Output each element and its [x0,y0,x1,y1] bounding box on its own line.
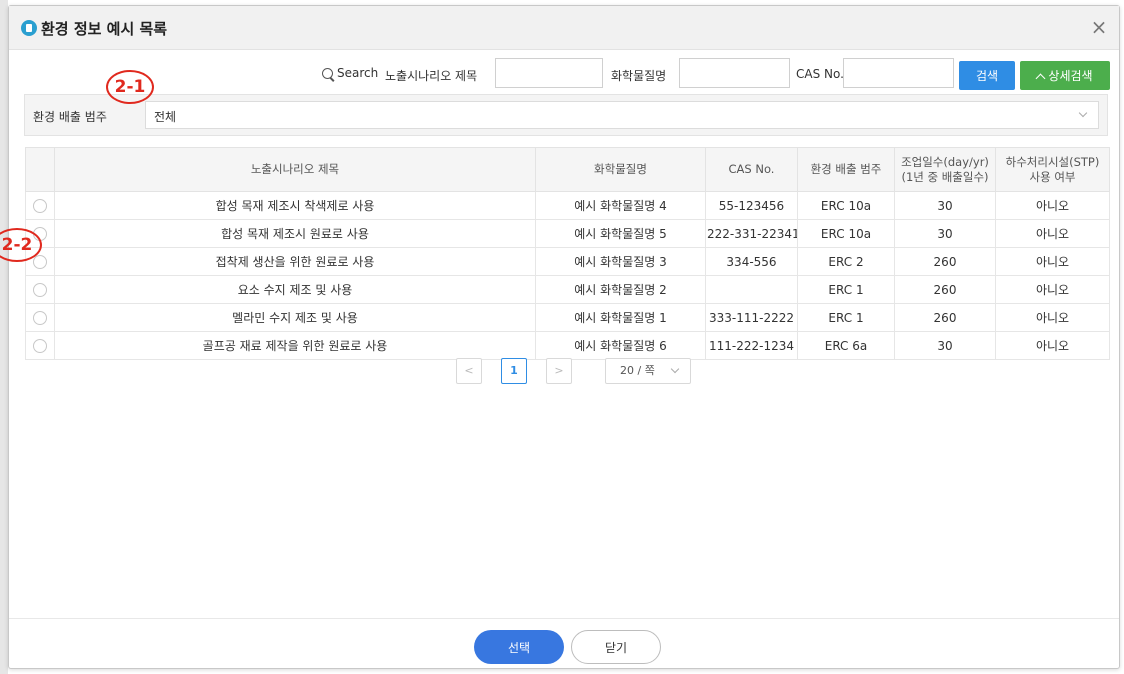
cell-erc: ERC 2 [797,247,895,276]
background-strip [0,0,8,674]
header-days[interactable]: 조업일수(day/yr) (1년 중 배출일수) [894,147,996,192]
header-cas[interactable]: CAS No. [705,147,798,192]
cas-no-label: CAS No. [796,67,844,81]
page-size-value: 20 / 쪽 [620,364,655,377]
advanced-search-label: 상세검색 [1048,69,1093,83]
cell-stp: 아니오 [995,247,1110,276]
cell-scenario: 합성 목재 제조시 착색제로 사용 [54,191,536,220]
cell-erc: ERC 6a [797,331,895,360]
cell-scenario: 접착제 생산을 위한 원료로 사용 [54,247,536,276]
cell-stp: 아니오 [995,275,1110,304]
table-row[interactable]: 골프공 재료 제작을 위한 원료로 사용 예시 화학물질명 6 111-222-… [25,331,1110,360]
cell-stp: 아니오 [995,303,1110,332]
cell-scenario: 요소 수지 제조 및 사용 [54,275,536,304]
release-category-label: 환경 배출 범주 [33,110,107,124]
scenario-title-label: 노출시나리오 제목 [385,69,478,83]
cell-chemical: 예시 화학물질명 6 [535,331,706,360]
header-days-line2: (1년 중 배출일수) [901,169,989,184]
search-icon [322,68,333,79]
chevron-down-icon [670,364,680,374]
cell-stp: 아니오 [995,219,1110,248]
cell-days: 260 [894,303,996,332]
release-category-value: 전체 [154,110,177,124]
cell-cas: 334-556 [705,247,798,276]
table-row[interactable]: 멜라민 수지 제조 및 사용 예시 화학물질명 1 333-111-2222 E… [25,303,1110,332]
page-1-button[interactable]: 1 [501,358,527,384]
cell-erc: ERC 10a [797,219,895,248]
table-row[interactable]: 접착제 생산을 위한 원료로 사용 예시 화학물질명 3 334-556 ERC… [25,247,1110,276]
cell-chemical: 예시 화학물질명 5 [535,219,706,248]
cell-cas: 111-222-1234 [705,331,798,360]
table-row[interactable]: 요소 수지 제조 및 사용 예시 화학물질명 2 ERC 1 260 아니오 [25,275,1110,304]
cell-cas: 333-111-2222 [705,303,798,332]
cell-days: 260 [894,275,996,304]
cell-stp: 아니오 [995,191,1110,220]
header-chemical[interactable]: 화학물질명 [535,147,706,192]
cell-cas: 222-331-22341 [705,219,798,248]
cell-days: 30 [894,331,996,360]
row-radio-cell [25,303,55,332]
filter-row: 환경 배출 범주 전체 [24,94,1108,136]
row-radio-cell [25,191,55,220]
chemical-name-label: 화학물질명 [611,69,667,83]
next-page-button[interactable]: > [546,358,572,384]
header-select [25,147,55,192]
advanced-search-button[interactable]: 상세검색 [1020,61,1110,90]
cell-erc: ERC 10a [797,191,895,220]
cell-days: 30 [894,191,996,220]
search-bar: Search 노출시나리오 제목 화학물질명 CAS No. 검색 상세검색 [9,58,1119,90]
cell-days: 30 [894,219,996,248]
header-stp-line2: 사용 여부 [1029,169,1076,184]
scenario-title-input[interactable] [495,58,603,88]
select-button[interactable]: 선택 [474,630,564,664]
row-radio[interactable] [33,338,47,353]
header-erc[interactable]: 환경 배출 범주 [797,147,895,192]
cell-scenario: 골프공 재료 제작을 위한 원료로 사용 [54,331,536,360]
prev-page-button[interactable]: < [456,358,482,384]
row-radio[interactable] [33,310,47,325]
cell-cas [705,275,798,304]
cell-chemical: 예시 화학물질명 2 [535,275,706,304]
cell-days: 260 [894,247,996,276]
search-label: Search [337,66,379,80]
header-stp-line1: 하수처리시설(STP) [1005,154,1100,169]
header-days-line1: 조업일수(day/yr) [901,154,989,169]
scenario-table: 노출시나리오 제목 화학물질명 CAS No. 환경 배출 범주 조업일수(da… [25,147,1110,360]
table-header-row: 노출시나리오 제목 화학물질명 CAS No. 환경 배출 범주 조업일수(da… [25,147,1110,192]
cell-scenario: 합성 목재 제조시 원료로 사용 [54,219,536,248]
chevron-up-icon [1035,73,1046,84]
row-radio[interactable] [33,282,47,297]
cell-cas: 55-123456 [705,191,798,220]
table-row[interactable]: 합성 목재 제조시 착색제로 사용 예시 화학물질명 4 55-123456 E… [25,191,1110,220]
cell-erc: ERC 1 [797,275,895,304]
cas-no-input[interactable] [843,58,954,88]
environment-info-modal: 환경 정보 예시 목록 × Search 노출시나리오 제목 화학물질명 CAS… [8,5,1120,669]
release-category-select[interactable]: 전체 [145,101,1099,129]
document-icon [21,20,37,36]
cell-stp: 아니오 [995,331,1110,360]
table-row[interactable]: 합성 목재 제조시 원료로 사용 예시 화학물질명 5 222-331-2234… [25,219,1110,248]
annotation-2-1: 2-1 [106,70,154,104]
modal-header: 환경 정보 예시 목록 × [9,6,1119,50]
cell-chemical: 예시 화학물질명 3 [535,247,706,276]
header-scenario[interactable]: 노출시나리오 제목 [54,147,536,192]
cell-erc: ERC 1 [797,303,895,332]
page-size-select[interactable]: 20 / 쪽 [605,358,691,384]
cell-chemical: 예시 화학물질명 1 [535,303,706,332]
header-stp[interactable]: 하수처리시설(STP) 사용 여부 [995,147,1110,192]
modal-title: 환경 정보 예시 목록 [41,20,168,38]
row-radio-cell [25,275,55,304]
page: 환경 정보 예시 목록 × Search 노출시나리오 제목 화학물질명 CAS… [0,0,1124,674]
row-radio[interactable] [33,254,47,269]
row-radio-cell [25,331,55,360]
row-radio[interactable] [33,198,47,213]
close-button[interactable]: 닫기 [571,630,661,664]
footer-divider [9,618,1119,619]
close-icon[interactable]: × [1089,17,1109,37]
cell-chemical: 예시 화학물질명 4 [535,191,706,220]
chemical-name-input[interactable] [679,58,790,88]
chevron-down-icon [1078,108,1088,118]
cell-scenario: 멜라민 수지 제조 및 사용 [54,303,536,332]
search-button[interactable]: 검색 [959,61,1015,90]
